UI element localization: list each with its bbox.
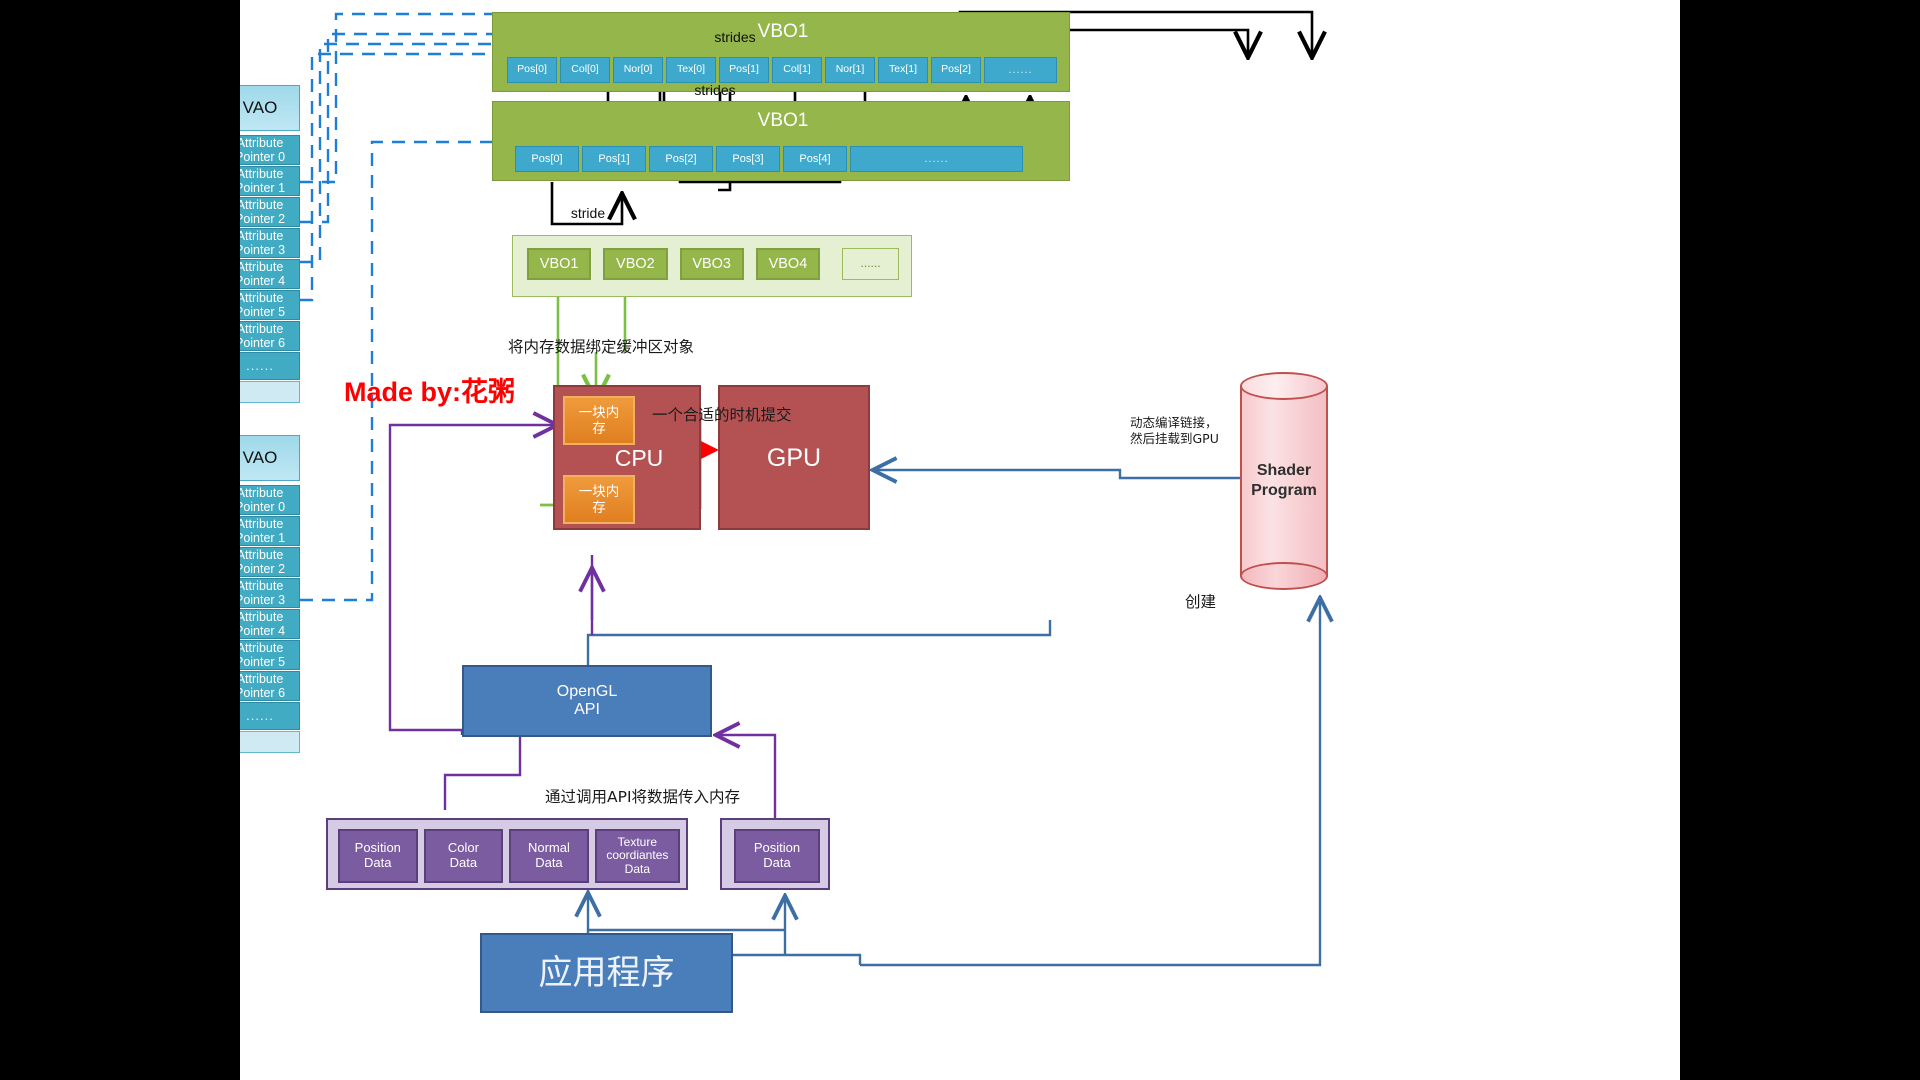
application-box[interactable]: 应用程序: [480, 933, 733, 1013]
vao-header: VAO: [240, 435, 300, 481]
annotation-compile-link-line2: 然后挂载到GPU: [1130, 430, 1219, 446]
vao-more[interactable]: ......: [240, 702, 300, 730]
vao-attribute-pointer-6[interactable]: Attribute Pointer 6: [240, 671, 300, 701]
cell-line-3: Data: [624, 861, 651, 876]
cell-line-1: Texture: [617, 834, 658, 849]
vbo-packed-title: VBO1: [757, 110, 809, 132]
annotation-compile-link-line1: 动态编译链接，: [1130, 415, 1218, 430]
application-label: 应用程序: [538, 953, 675, 992]
color-data-cell[interactable]: Color Data: [423, 829, 504, 883]
diagram-canvas: VBO1 Pos[0] Col[0] Nor[0] Tex[0] Pos[1] …: [240, 0, 1680, 1080]
vbo-cell[interactable]: Nor[1]: [825, 57, 875, 83]
vao-footer: [240, 381, 300, 403]
vbo-packed-cells: Pos[0] Pos[1] Pos[2] Pos[3] Pos[4] .....…: [515, 146, 1023, 172]
cell-line-1: Position: [354, 840, 401, 856]
annotation-submit-timing: 一个合适的时机提交: [652, 406, 792, 424]
vao-attribute-pointer-0[interactable]: Attribute Pointer 0: [240, 135, 300, 165]
vbo-chip-more[interactable]: ......: [842, 248, 900, 280]
vbo-packed-panel: VBO1 Pos[0] Pos[1] Pos[2] Pos[3] Pos[4] …: [492, 101, 1070, 181]
vbo-cell[interactable]: Nor[0]: [613, 57, 663, 83]
stride-label-packed: stride: [570, 205, 606, 221]
vbo-cell-more[interactable]: ......: [984, 57, 1057, 83]
vbo-chip-4[interactable]: VBO4: [755, 248, 821, 280]
annotation-api-call: 通过调用API将数据传入内存: [545, 788, 741, 806]
cell-line-2: Data: [763, 855, 791, 870]
vao-footer: [240, 731, 300, 753]
vbo-chip-2[interactable]: VBO2: [603, 248, 668, 280]
vao-header: VAO: [240, 85, 300, 131]
watermark-made-by: Made by:花粥: [344, 377, 516, 407]
vbo-interleaved-cells: Pos[0] Col[0] Nor[0] Tex[0] Pos[1] Col[1…: [507, 57, 1057, 83]
cell-line-2: Data: [449, 855, 478, 870]
cell-line-2: coordiantes: [606, 848, 669, 863]
texture-coordinates-data-cell[interactable]: Texture coordiantes Data: [594, 829, 680, 883]
shader-program-label: Shader Program: [1251, 462, 1317, 499]
data-group-left-cells: Position Data Color Data Normal Data Tex…: [338, 829, 680, 883]
cell-line-2: Data: [364, 855, 392, 870]
annotation-bind-buffer: 将内存数据绑定缓冲区对象: [508, 338, 695, 356]
vao-attribute-pointer-4[interactable]: Attribute Pointer 4: [240, 609, 300, 639]
position-data-cell[interactable]: Position Data: [734, 829, 820, 883]
cylinder-top-ellipse: [1240, 372, 1328, 400]
vbo-cell[interactable]: Pos[1]: [719, 57, 769, 83]
vao-attribute-pointer-2[interactable]: Attribute Pointer 2: [240, 547, 300, 577]
data-group-right: Position Data: [720, 818, 830, 890]
opengl-api-line2: API: [574, 701, 600, 718]
data-group-left: Position Data Color Data Normal Data Tex…: [326, 818, 688, 890]
vao-attribute-pointer-0[interactable]: Attribute Pointer 0: [240, 485, 300, 515]
vbo-cell[interactable]: Pos[4]: [783, 146, 847, 172]
opengl-api-line1: OpenGL: [556, 683, 618, 701]
vao-attribute-pointer-3[interactable]: Attribute Pointer 3: [240, 578, 300, 608]
vao-attribute-pointer-6[interactable]: Attribute Pointer 6: [240, 321, 300, 351]
normal-data-cell[interactable]: Normal Data: [509, 829, 589, 883]
vbo-cell[interactable]: Pos[1]: [582, 146, 646, 172]
vbo-chip-3[interactable]: VBO3: [679, 248, 744, 280]
vao-attribute-pointer-5[interactable]: Attribute Pointer 5: [240, 640, 300, 670]
vao-attribute-pointer-2[interactable]: Attribute Pointer 2: [240, 197, 300, 227]
cylinder-bottom-ellipse: [1240, 562, 1328, 590]
vao-attribute-pointer-1[interactable]: Attribute Pointer 1: [240, 516, 300, 546]
vao-attribute-pointer-1[interactable]: Attribute Pointer 1: [240, 166, 300, 196]
strides-label-bottom: strides: [694, 82, 736, 98]
cpu-memory-label: 一块内存: [578, 484, 620, 515]
gpu-label: GPU: [766, 443, 822, 472]
vbo-interleaved-panel: VBO1 Pos[0] Col[0] Nor[0] Tex[0] Pos[1] …: [492, 12, 1070, 92]
cell-line-1: Normal: [527, 840, 570, 856]
vbo-cell[interactable]: Pos[0]: [515, 146, 579, 172]
cpu-label: CPU: [614, 445, 664, 472]
opengl-api-box[interactable]: OpenGL API: [462, 665, 712, 737]
cpu-memory-label: 一块内存: [578, 405, 620, 436]
position-data-cell[interactable]: Position Data: [338, 829, 418, 883]
vbo-cell[interactable]: Pos[2]: [931, 57, 981, 83]
cell-line-1: Color: [447, 840, 479, 856]
cpu-memory-block-2[interactable]: 一块内存: [563, 475, 635, 524]
vbo-chip-1[interactable]: VBO1: [527, 248, 592, 280]
vao-bottom: VAO Attribute Pointer 0 Attribute Pointe…: [240, 435, 300, 755]
vbo-cell[interactable]: Col[1]: [772, 57, 822, 83]
screenshot-root: VBO1 Pos[0] Col[0] Nor[0] Tex[0] Pos[1] …: [0, 0, 1920, 1080]
annotation-compile-link: 动态编译链接， 然后挂载到GPU: [1130, 415, 1250, 446]
cpu-memory-block-1[interactable]: 一块内存: [563, 396, 635, 445]
cell-line-1: Position: [753, 840, 801, 856]
vbo-cell[interactable]: Tex[1]: [878, 57, 928, 83]
vao-top: VAO Attribute Pointer 0 Attribute Pointe…: [240, 85, 300, 405]
vao-attribute-pointer-3[interactable]: Attribute Pointer 3: [240, 228, 300, 258]
vao-attribute-pointer-4[interactable]: Attribute Pointer 4: [240, 259, 300, 289]
vbo-cell[interactable]: Pos[0]: [507, 57, 557, 83]
vbo-list-panel: VBO1 VBO2 VBO3 VBO4 ......: [512, 235, 912, 297]
vao-attribute-pointer-5[interactable]: Attribute Pointer 5: [240, 290, 300, 320]
shader-program-cylinder: Shader Program: [1240, 372, 1328, 590]
strides-label-top: strides: [714, 29, 756, 45]
vbo-cell[interactable]: Col[0]: [560, 57, 610, 83]
vbo-cell[interactable]: Pos[2]: [649, 146, 713, 172]
vao-more[interactable]: ......: [240, 352, 300, 380]
annotation-create: 创建: [1185, 593, 1217, 611]
vbo-cell-more[interactable]: ......: [850, 146, 1023, 172]
cell-line-2: Data: [535, 855, 563, 870]
vbo-list-chips: VBO1 VBO2 VBO3 VBO4 ......: [527, 248, 900, 280]
vbo-cell[interactable]: Pos[3]: [716, 146, 780, 172]
vbo-cell[interactable]: Tex[0]: [666, 57, 716, 83]
